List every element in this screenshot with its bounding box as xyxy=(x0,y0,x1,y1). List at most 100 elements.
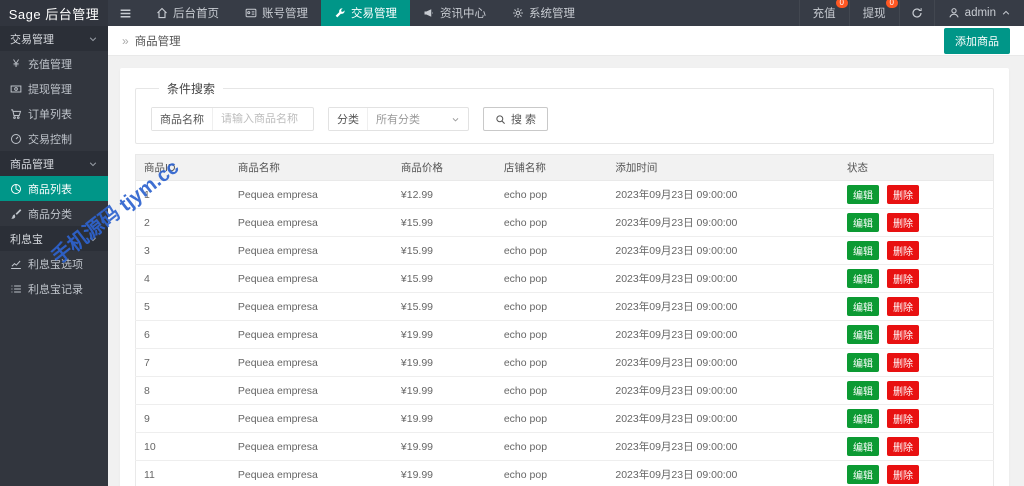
table-row: 10 Pequea empresa ¥19.99 echo pop 2023年0… xyxy=(136,433,994,461)
edit-button[interactable]: 编辑 xyxy=(847,325,879,344)
sidebar-section-interest[interactable]: 利息宝 xyxy=(0,226,108,251)
edit-button[interactable]: 编辑 xyxy=(847,465,879,484)
category-select[interactable]: 所有分类 xyxy=(368,108,468,130)
col-product-price: 商品价格 xyxy=(393,155,496,181)
cell-product-id: 2 xyxy=(136,209,230,237)
chevron-down-icon xyxy=(88,159,98,169)
table-row: 9 Pequea empresa ¥19.99 echo pop 2023年09… xyxy=(136,405,994,433)
brush-icon xyxy=(10,208,22,220)
delete-button[interactable]: 删除 xyxy=(887,437,919,456)
cell-product-id: 11 xyxy=(136,461,230,486)
delete-button[interactable]: 删除 xyxy=(887,465,919,484)
id-card-icon xyxy=(245,7,257,19)
edit-button[interactable]: 编辑 xyxy=(847,297,879,316)
add-product-button[interactable]: 添加商品 xyxy=(944,28,1010,54)
edit-button[interactable]: 编辑 xyxy=(847,437,879,456)
product-name-group: 商品名称 xyxy=(151,107,314,131)
cart-icon xyxy=(10,108,22,120)
username: admin xyxy=(965,7,996,19)
edit-button[interactable]: 编辑 xyxy=(847,269,879,288)
search-row: 商品名称 分类 所有分类 搜 索 xyxy=(151,107,978,131)
sidebar-item-label: 利息宝记录 xyxy=(28,281,83,297)
cell-product-id: 6 xyxy=(136,321,230,349)
sidebar-item-trade-control[interactable]: 交易控制 xyxy=(0,126,108,151)
gauge-icon xyxy=(10,133,22,145)
sidebar-item-recharge[interactable]: ¥ 充值管理 xyxy=(0,51,108,76)
edit-button[interactable]: 编辑 xyxy=(847,353,879,372)
edit-button[interactable]: 编辑 xyxy=(847,409,879,428)
sidebar-item-label: 充值管理 xyxy=(28,56,72,72)
sidebar-section-products[interactable]: 商品管理 xyxy=(0,151,108,176)
top-right-actions: 充值0 提现0 admin xyxy=(799,0,1024,26)
sidebar-section-transactions[interactable]: 交易管理 xyxy=(0,26,108,51)
search-panel-legend: 条件搜索 xyxy=(159,80,223,97)
tab-news[interactable]: 资讯中心 xyxy=(410,0,499,26)
tab-label: 资讯中心 xyxy=(440,5,486,21)
cell-add-time: 2023年09月23日 09:00:00 xyxy=(607,349,839,377)
table-row: 5 Pequea empresa ¥15.99 echo pop 2023年09… xyxy=(136,293,994,321)
delete-button[interactable]: 删除 xyxy=(887,325,919,344)
table-row: 7 Pequea empresa ¥19.99 echo pop 2023年09… xyxy=(136,349,994,377)
cell-add-time: 2023年09月23日 09:00:00 xyxy=(607,461,839,486)
edit-button[interactable]: 编辑 xyxy=(847,381,879,400)
delete-button[interactable]: 删除 xyxy=(887,353,919,372)
tab-transactions[interactable]: 交易管理 xyxy=(321,0,410,26)
sidebar-item-product-category[interactable]: 商品分类 xyxy=(0,201,108,226)
cell-shop-name: echo pop xyxy=(496,293,608,321)
sidebar-item-orders[interactable]: 订单列表 xyxy=(0,101,108,126)
sidebar-item-interest-options[interactable]: 利息宝选项 xyxy=(0,251,108,276)
tab-accounts[interactable]: 账号管理 xyxy=(232,0,321,26)
cell-actions: 编辑 删除 xyxy=(839,349,993,377)
edit-button[interactable]: 编辑 xyxy=(847,185,879,204)
delete-button[interactable]: 删除 xyxy=(887,297,919,316)
edit-button[interactable]: 编辑 xyxy=(847,213,879,232)
table-row: 4 Pequea empresa ¥15.99 echo pop 2023年09… xyxy=(136,265,994,293)
cell-actions: 编辑 删除 xyxy=(839,181,993,209)
table-row: 1 Pequea empresa ¥12.99 echo pop 2023年09… xyxy=(136,181,994,209)
product-name-input[interactable] xyxy=(213,113,313,125)
recharge-button[interactable]: 充值0 xyxy=(799,0,849,26)
edit-button[interactable]: 编辑 xyxy=(847,241,879,260)
cell-product-price: ¥19.99 xyxy=(393,433,496,461)
hamburger-icon xyxy=(119,7,132,20)
recharge-label: 充值0 xyxy=(813,5,836,21)
hamburger-menu-button[interactable] xyxy=(108,0,143,26)
sidebar-item-label: 订单列表 xyxy=(28,106,72,122)
cell-actions: 编辑 删除 xyxy=(839,433,993,461)
sidebar-item-interest-records[interactable]: 利息宝记录 xyxy=(0,276,108,301)
section-label: 交易管理 xyxy=(10,31,54,47)
tab-system[interactable]: 系统管理 xyxy=(499,0,588,26)
delete-button[interactable]: 删除 xyxy=(887,269,919,288)
delete-button[interactable]: 删除 xyxy=(887,241,919,260)
cell-add-time: 2023年09月23日 09:00:00 xyxy=(607,405,839,433)
cell-product-price: ¥19.99 xyxy=(393,349,496,377)
sidebar-item-product-list[interactable]: 商品列表 xyxy=(0,176,108,201)
table-body: 1 Pequea empresa ¥12.99 echo pop 2023年09… xyxy=(136,181,994,486)
cell-product-price: ¥15.99 xyxy=(393,209,496,237)
chevron-down-icon xyxy=(88,234,98,244)
sidebar-item-label: 提现管理 xyxy=(28,81,72,97)
list-icon xyxy=(10,283,22,295)
sidebar-item-withdraw[interactable]: 提现管理 xyxy=(0,76,108,101)
cell-actions: 编辑 删除 xyxy=(839,265,993,293)
delete-button[interactable]: 删除 xyxy=(887,409,919,428)
delete-button[interactable]: 删除 xyxy=(887,213,919,232)
delete-button[interactable]: 删除 xyxy=(887,185,919,204)
cell-product-name: Pequea empresa xyxy=(230,237,393,265)
user-menu[interactable]: admin xyxy=(934,0,1024,26)
table-row: 11 Pequea empresa ¥19.99 echo pop 2023年0… xyxy=(136,461,994,486)
cell-shop-name: echo pop xyxy=(496,265,608,293)
search-button[interactable]: 搜 索 xyxy=(483,107,548,131)
cell-actions: 编辑 删除 xyxy=(839,461,993,486)
section-label: 利息宝 xyxy=(10,231,43,247)
product-table: 商品ID 商品名称 商品价格 店铺名称 添加时间 状态 1 Pequea emp… xyxy=(135,154,994,486)
cell-product-price: ¥19.99 xyxy=(393,461,496,486)
cell-product-name: Pequea empresa xyxy=(230,405,393,433)
table-row: 2 Pequea empresa ¥15.99 echo pop 2023年09… xyxy=(136,209,994,237)
cell-product-id: 3 xyxy=(136,237,230,265)
tab-dashboard[interactable]: 后台首页 xyxy=(143,0,232,26)
recharge-badge: 0 xyxy=(836,0,848,8)
delete-button[interactable]: 删除 xyxy=(887,381,919,400)
refresh-button[interactable] xyxy=(899,0,934,26)
withdraw-button[interactable]: 提现0 xyxy=(849,0,899,26)
